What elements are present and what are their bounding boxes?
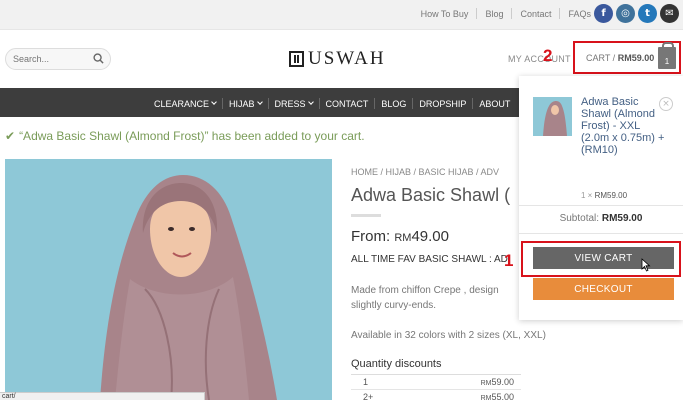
notice-text: “Adwa Basic Shawl (Almond Frost)” has be…	[19, 129, 365, 143]
logo-mark-icon	[289, 51, 304, 67]
quantity-discounts-heading: Quantity discounts	[351, 358, 442, 370]
chevron-down-icon	[307, 99, 314, 105]
breadcrumb[interactable]: HOME / HIJAB / BASIC HIJAB / ADV	[351, 167, 499, 177]
nav-item-hijab[interactable]: HIJAB	[229, 98, 263, 109]
product-description: Made from chiffon Crepe , design slightl…	[351, 285, 499, 311]
price-value: 49.00	[411, 228, 449, 245]
remove-item-icon[interactable]: ×	[659, 97, 673, 111]
divider	[318, 98, 320, 109]
price-currency: RM	[394, 232, 412, 244]
top-bar: How To Buy Blog Contact FAQs f ◎ t ✉	[0, 0, 683, 30]
cart-label: CART /	[586, 52, 616, 63]
cart-link[interactable]: CART / RM59.00 1	[573, 41, 681, 74]
subtotal-value: RM59.00	[601, 213, 643, 224]
divider	[476, 8, 478, 19]
logo-text: USWAH	[308, 48, 386, 69]
annotation-number-2: 2	[543, 46, 553, 65]
checkout-button[interactable]: CHECKOUT	[533, 278, 674, 300]
facebook-icon[interactable]: f	[594, 4, 613, 23]
divider	[519, 233, 683, 234]
nav-item-blog[interactable]: BLOG	[381, 98, 406, 109]
top-links: How To Buy Blog Contact FAQs	[421, 8, 591, 19]
email-icon[interactable]: ✉	[660, 4, 679, 23]
divider	[267, 98, 269, 109]
product-image[interactable]	[5, 159, 332, 400]
chevron-down-icon	[256, 99, 263, 105]
twitter-icon[interactable]: t	[638, 4, 657, 23]
chevron-down-icon	[211, 99, 217, 105]
discount-qty: 1	[363, 377, 369, 387]
search-box	[5, 48, 111, 70]
cart-item-image	[533, 97, 572, 136]
divider	[222, 98, 224, 109]
social-icons: f ◎ t ✉	[594, 4, 679, 23]
product-title: Adwa Basic Shawl (	[351, 185, 511, 205]
title-divider	[351, 214, 381, 217]
nav-item-contact[interactable]: CONTACT	[326, 98, 369, 109]
my-account-link[interactable]: MY ACCOUNT	[508, 54, 571, 64]
checkmark-icon: ✔	[5, 129, 16, 143]
cart-item-thumbnail[interactable]	[533, 97, 572, 136]
cart-item-name[interactable]: Adwa Basic Shawl (Almond Frost) - XXL (2…	[581, 96, 665, 156]
table-row: 2+ RM55.00	[351, 390, 521, 400]
product-availability: Available in 32 colors with 2 sizes (XL,…	[351, 330, 546, 341]
search-input[interactable]	[6, 49, 86, 69]
divider	[412, 98, 414, 109]
added-to-cart-notice: ✔ “Adwa Basic Shawl (Almond Frost)” has …	[5, 129, 365, 143]
divider	[519, 205, 683, 206]
nav-item-clearance[interactable]: CLEARANCE	[154, 98, 217, 109]
cart-bag-icon: 1	[658, 42, 676, 69]
discount-price: RM59.00	[480, 377, 514, 387]
top-link-how-to-buy[interactable]: How To Buy	[421, 9, 469, 19]
nav-item-about[interactable]: ABOUT	[479, 98, 510, 109]
price-prefix: From:	[351, 228, 395, 245]
cart-item-price: RM59.00	[594, 191, 628, 200]
top-link-faqs[interactable]: FAQs	[568, 9, 591, 19]
instagram-icon[interactable]: ◎	[616, 4, 635, 23]
site-logo[interactable]: USWAH	[289, 48, 386, 70]
divider	[559, 8, 561, 19]
divider	[511, 8, 513, 19]
cart-subtotal: Subtotal: RM59.00	[559, 213, 643, 224]
quantity-discounts-table: 1 RM59.00 2+ RM55.00	[351, 374, 521, 400]
browser-status-bar: cart/	[0, 392, 205, 400]
top-link-contact[interactable]: Contact	[520, 9, 551, 19]
model-in-shawl-illustration	[5, 159, 332, 400]
discount-price: RM55.00	[480, 392, 514, 400]
nav-item-dropship[interactable]: DROPSHIP	[419, 98, 466, 109]
product-tagline: ALL TIME FAV BASIC SHAWL : AD	[351, 254, 508, 265]
top-link-blog[interactable]: Blog	[485, 9, 503, 19]
discount-qty: 2+	[363, 392, 374, 400]
table-row: 1 RM59.00	[351, 375, 521, 390]
annotation-number-1: 1	[504, 251, 514, 270]
mouse-pointer-icon	[641, 258, 651, 272]
annotation-highlight-box	[521, 241, 681, 277]
cart-total: RM59.00	[617, 52, 655, 63]
cart-item-quantity: 1 × RM59.00	[581, 191, 628, 200]
divider	[472, 98, 474, 109]
divider	[374, 98, 376, 109]
search-icon[interactable]	[93, 53, 104, 64]
nav-item-dress[interactable]: DRESS	[275, 98, 314, 109]
product-price: From: RM49.00	[351, 228, 449, 245]
